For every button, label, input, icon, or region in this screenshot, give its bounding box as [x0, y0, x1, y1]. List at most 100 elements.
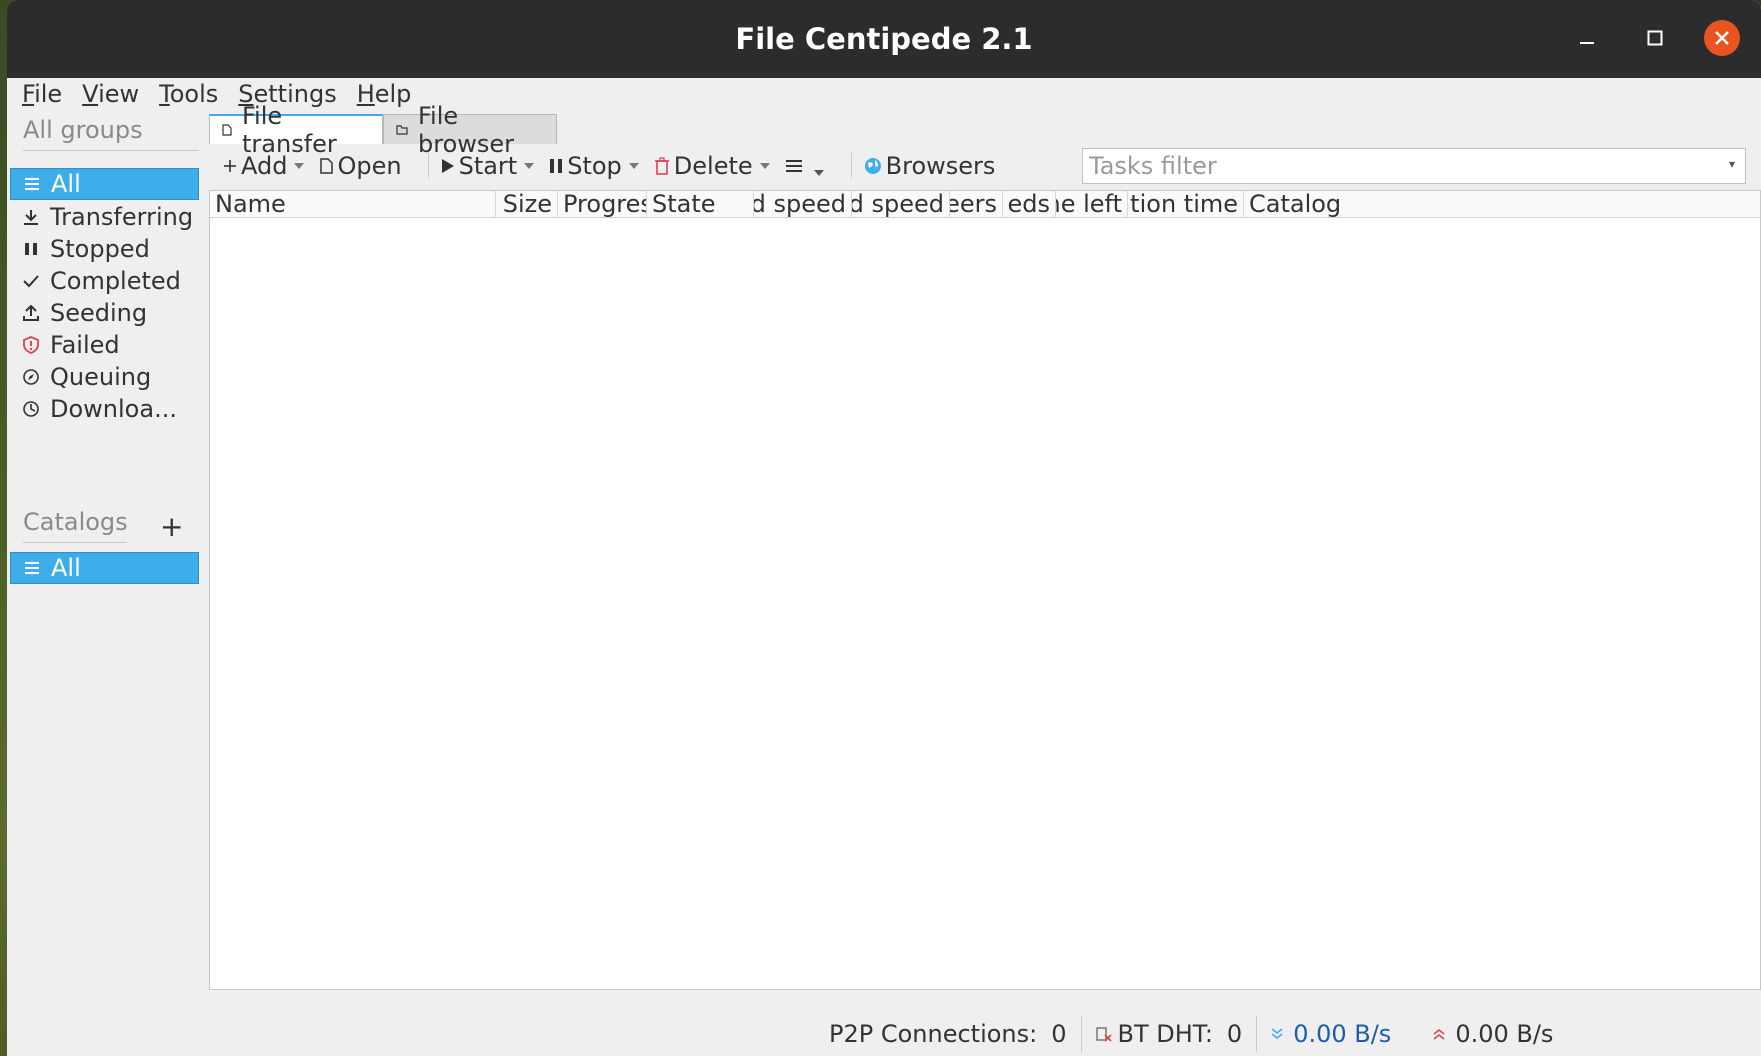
network-error-icon — [1095, 1026, 1112, 1042]
group-seeding[interactable]: Seeding — [10, 297, 199, 329]
delete-button[interactable]: Delete — [654, 152, 771, 180]
download-icon — [20, 209, 42, 225]
close-icon — [1715, 31, 1729, 45]
stop-button[interactable]: Stop — [549, 152, 640, 180]
group-completed[interactable]: Completed — [10, 265, 199, 297]
group-label: Transferring — [50, 203, 194, 231]
col-size[interactable]: Size — [496, 191, 558, 217]
groups-heading: All groups — [23, 116, 143, 144]
tab-file-browser[interactable]: File browser — [383, 102, 557, 158]
group-label: All — [51, 170, 81, 198]
download-speed: 0.00 B/s — [1271, 1020, 1391, 1048]
open-label: Open — [337, 152, 402, 180]
menu-view[interactable]: View — [82, 80, 139, 108]
tasks-filter-input[interactable]: Tasks filter ▾ — [1082, 148, 1746, 184]
list-icon — [21, 561, 43, 575]
col-catalog[interactable]: Catalog — [1244, 191, 1444, 217]
more-menu-button[interactable] — [785, 155, 825, 177]
filter-placeholder: Tasks filter — [1089, 152, 1217, 180]
group-stopped[interactable]: Stopped — [10, 233, 199, 265]
toolbar-separator — [427, 153, 429, 179]
col-creation-time[interactable]: ation time — [1128, 191, 1244, 217]
download-speed-value: 0.00 B/s — [1293, 1020, 1392, 1048]
play-icon — [441, 158, 455, 174]
add-label: Add — [241, 152, 288, 180]
minimize-button[interactable] — [1569, 20, 1605, 56]
upload-speed-value: 0.00 B/s — [1455, 1020, 1554, 1048]
open-button[interactable]: Open — [319, 152, 402, 180]
col-seeds[interactable]: eds — [1003, 191, 1056, 217]
minimize-icon — [1580, 42, 1594, 44]
toolbar-separator — [850, 153, 852, 179]
col-download-speed[interactable]: d speed — [754, 191, 852, 217]
group-downloading[interactable]: Downloa... — [10, 393, 199, 425]
start-label: Start — [458, 152, 518, 180]
col-state[interactable]: State — [647, 191, 754, 217]
chevron-down-icon — [759, 162, 771, 170]
check-icon — [20, 274, 42, 288]
browsers-button[interactable]: Browsers — [864, 152, 996, 180]
chevron-down-icon — [628, 162, 640, 170]
maximize-button[interactable] — [1637, 20, 1673, 56]
bt-dht: BT DHT: 0 — [1095, 1020, 1243, 1048]
col-time-left[interactable]: ne left — [1056, 191, 1128, 217]
task-table[interactable]: Name Size Progress State d speed d speed… — [209, 190, 1761, 990]
divider — [23, 150, 199, 151]
catalogs-heading: Catalogs — [23, 508, 128, 536]
group-queuing[interactable]: Queuing — [10, 361, 199, 393]
col-progress[interactable]: Progress — [558, 191, 647, 217]
folder-icon — [396, 124, 408, 135]
add-button[interactable]: Add — [223, 152, 305, 180]
sidebar: All groups All Transferring Stopped Comp… — [7, 110, 205, 1056]
double-chevron-down-icon — [1271, 1027, 1283, 1041]
add-catalog-button[interactable]: + — [160, 510, 183, 543]
p2p-connections: P2P Connections: 0 — [829, 1020, 1067, 1048]
trash-icon — [654, 157, 670, 175]
app-window: File Centipede 2.1 File View Tools Setti… — [7, 0, 1761, 1056]
dht-label: BT DHT: — [1117, 1020, 1213, 1048]
chevron-down-icon — [813, 169, 825, 177]
double-chevron-up-icon — [1433, 1027, 1445, 1041]
clock-icon — [20, 401, 42, 417]
group-label: Failed — [50, 331, 120, 359]
group-failed[interactable]: Failed — [10, 329, 199, 361]
tab-bar: File transfer File browser — [209, 102, 557, 158]
dht-value: 0 — [1226, 1020, 1243, 1048]
divider — [23, 542, 127, 543]
p2p-label: P2P Connections: — [829, 1020, 1038, 1048]
col-name[interactable]: Name — [210, 191, 496, 217]
upload-icon — [20, 305, 42, 321]
group-label: Seeding — [50, 299, 148, 327]
group-label: Stopped — [50, 235, 150, 263]
maximize-icon — [1647, 30, 1663, 46]
group-all[interactable]: All — [10, 168, 199, 200]
status-bar: P2P Connections: 0 BT DHT: 0 0.00 B/s 0.… — [209, 1012, 1761, 1056]
catalog-label: All — [51, 554, 81, 582]
group-transferring[interactable]: Transferring — [10, 201, 199, 233]
hamburger-icon — [785, 159, 803, 173]
tab-file-transfer[interactable]: File transfer — [209, 102, 383, 158]
start-button[interactable]: Start — [441, 152, 536, 180]
error-shield-icon — [20, 336, 42, 354]
group-label: Queuing — [50, 363, 152, 391]
group-label: Downloa... — [50, 395, 177, 423]
browsers-label: Browsers — [885, 152, 996, 180]
toolbar: Add Open Start Stop Delete Browsers Task… — [209, 146, 1761, 186]
file-icon — [222, 124, 232, 136]
catalog-all[interactable]: All — [10, 552, 199, 584]
chevron-down-icon — [293, 162, 305, 170]
group-label: Completed — [50, 267, 181, 295]
stop-label: Stop — [567, 152, 622, 180]
chevron-down-icon[interactable]: ▾ — [1729, 157, 1735, 171]
compass-icon — [20, 369, 42, 385]
menu-file[interactable]: File — [22, 80, 62, 108]
col-peers[interactable]: eers — [950, 191, 1003, 217]
menu-tools[interactable]: Tools — [159, 80, 218, 108]
close-button[interactable] — [1704, 20, 1740, 56]
divider — [1080, 1016, 1082, 1052]
upload-speed: 0.00 B/s — [1433, 1020, 1553, 1048]
chevron-down-icon — [523, 162, 535, 170]
pause-icon — [549, 158, 563, 174]
title-bar[interactable]: File Centipede 2.1 — [7, 0, 1761, 78]
col-upload-speed[interactable]: d speed — [852, 191, 950, 217]
